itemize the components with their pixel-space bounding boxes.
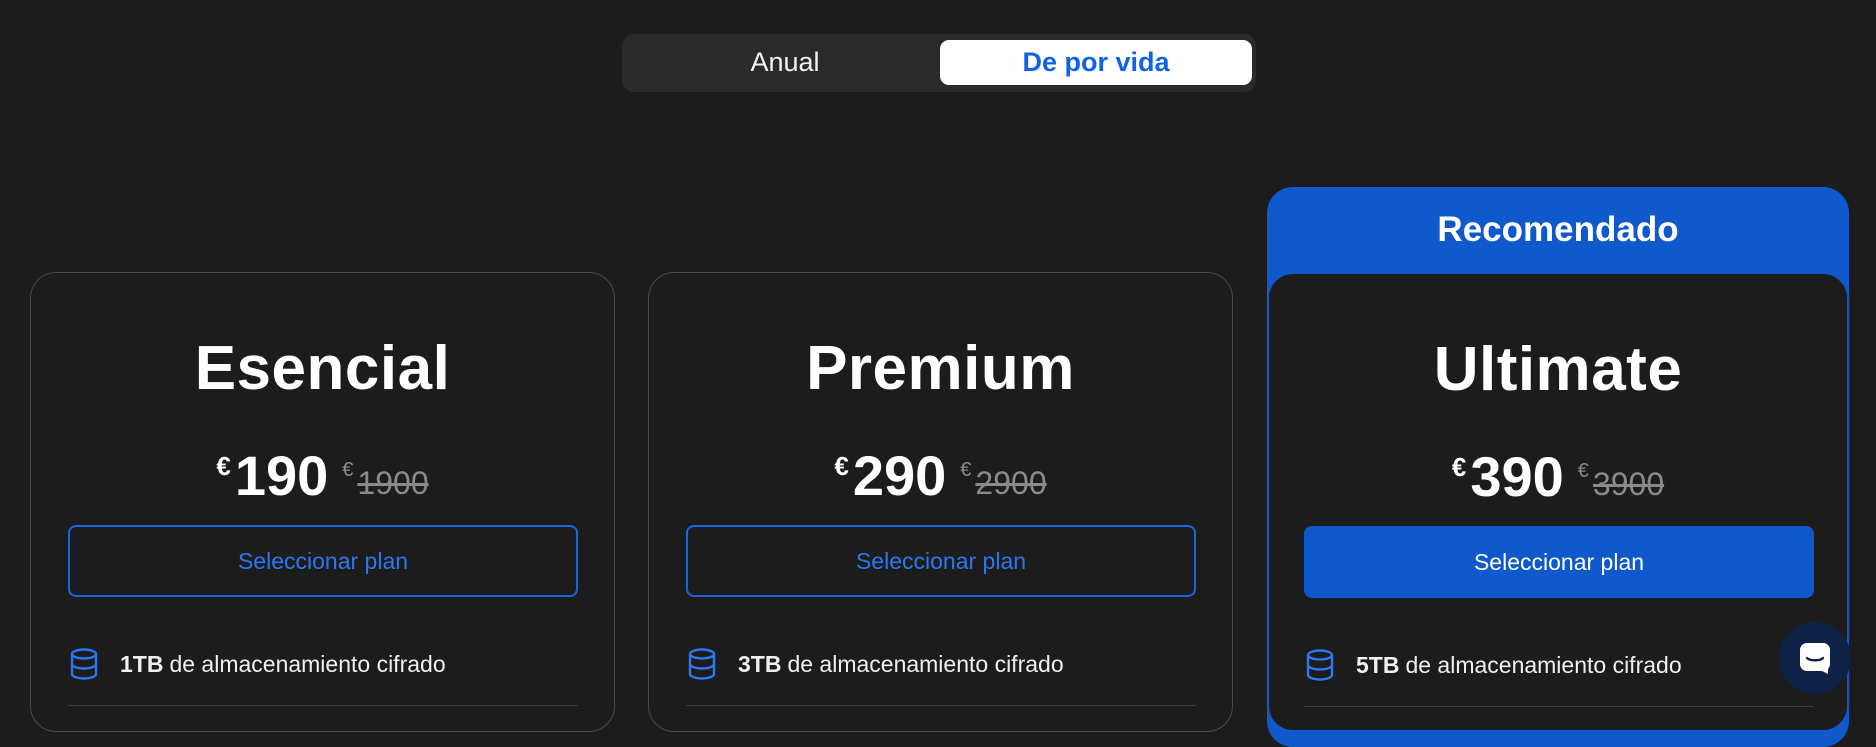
price-currency: €	[216, 451, 231, 481]
database-icon	[1304, 648, 1336, 682]
original-price-amount: 1900	[357, 465, 429, 501]
original-price-amount: 3900	[1592, 466, 1665, 502]
feature-storage: 3TB de almacenamiento cifrado	[686, 643, 1196, 685]
price-amount: 390	[1470, 445, 1564, 508]
plan-price: € 190 € 1900	[31, 443, 614, 509]
price-amount: 190	[234, 444, 329, 507]
storage-amount: 3TB	[738, 650, 782, 677]
storage-amount: 5TB	[1356, 651, 1400, 678]
toggle-option-annual[interactable]: Anual	[629, 40, 941, 85]
original-price-currency: €	[342, 459, 354, 481]
storage-amount: 1TB	[120, 650, 164, 677]
storage-label: de almacenamiento cifrado	[169, 650, 446, 677]
divider	[686, 705, 1196, 706]
feature-storage: 5TB de almacenamiento cifrado	[1304, 644, 1814, 686]
plan-price: € 290 € 2900	[649, 443, 1232, 509]
original-price-currency: €	[1577, 460, 1589, 482]
original-price: € 2900	[960, 459, 1046, 502]
select-plan-button[interactable]: Seleccionar plan	[68, 525, 578, 597]
price-amount: 290	[852, 444, 947, 507]
plan-name: Esencial	[194, 334, 451, 403]
plan-name: Ultimate	[1433, 335, 1683, 404]
plan-card-esencial: Esencial € 190 € 1900 Seleccionar plan 1…	[30, 272, 615, 732]
plan-card-ultimate: Ultimate € 390 € 3900 Seleccionar plan 5…	[1267, 272, 1849, 732]
plan-name: Premium	[806, 334, 1075, 403]
storage-label: de almacenamiento cifrado	[787, 650, 1064, 677]
plan-price: € 390 € 3900	[1269, 444, 1847, 510]
original-price-currency: €	[960, 459, 972, 481]
billing-period-toggle: Anual De por vida	[622, 34, 1256, 92]
chat-launcher-button[interactable]	[1779, 622, 1851, 694]
price-currency: €	[834, 451, 849, 481]
plan-card-premium: Premium € 290 € 2900 Seleccionar plan 3T…	[648, 272, 1233, 732]
select-plan-button[interactable]: Seleccionar plan	[1304, 526, 1814, 598]
database-icon	[686, 647, 718, 681]
divider	[68, 705, 578, 706]
original-price-amount: 2900	[975, 465, 1047, 501]
original-price: € 1900	[342, 459, 428, 502]
database-icon	[68, 647, 100, 681]
feature-storage: 1TB de almacenamiento cifrado	[68, 643, 578, 685]
chat-icon	[1798, 641, 1832, 675]
original-price: € 3900	[1578, 460, 1664, 503]
price-currency: €	[1451, 452, 1467, 482]
divider	[1304, 706, 1814, 707]
storage-label: de almacenamiento cifrado	[1405, 651, 1682, 678]
select-plan-button[interactable]: Seleccionar plan	[686, 525, 1196, 597]
toggle-option-lifetime[interactable]: De por vida	[940, 40, 1252, 85]
recommended-label: Recomendado	[1437, 209, 1679, 249]
